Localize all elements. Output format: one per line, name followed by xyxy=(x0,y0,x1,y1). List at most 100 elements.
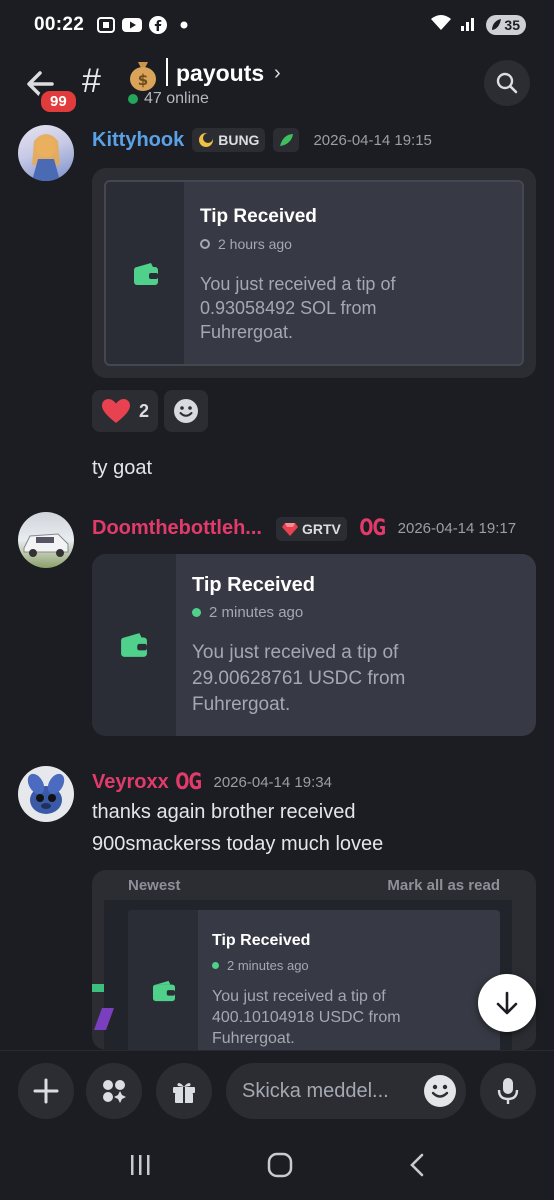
message-input-placeholder: Skicka meddel... xyxy=(242,1079,389,1102)
search-button[interactable] xyxy=(484,60,530,106)
wallet-icon xyxy=(134,263,158,285)
card-body-line: You just received a tip of xyxy=(212,988,386,1005)
card-time-text: 2 minutes ago xyxy=(227,958,309,973)
money-bag-icon: $ xyxy=(126,58,160,92)
smiley-icon xyxy=(174,399,198,423)
apps-icon xyxy=(103,1080,126,1103)
username[interactable]: Kittyhook xyxy=(92,129,184,152)
message-timestamp: 2026-04-14 19:15 xyxy=(313,131,432,149)
status-right: 35 xyxy=(430,14,526,37)
message-input[interactable]: Skicka meddel... xyxy=(226,1063,466,1119)
card-title: Tip Received xyxy=(192,574,316,596)
back-nav-icon[interactable] xyxy=(408,1152,426,1183)
card-time-text: 2 hours ago xyxy=(218,236,292,252)
wallet-icon xyxy=(121,633,147,657)
arrow-down-icon xyxy=(496,991,518,1015)
online-count-text: 47 online xyxy=(144,90,209,107)
youtube-icon xyxy=(122,16,143,34)
wifi-icon xyxy=(430,14,452,37)
system-nav-bar xyxy=(0,1134,554,1200)
online-dot-icon xyxy=(192,608,201,617)
message-text: ty goat xyxy=(92,457,153,479)
chevron-right-icon[interactable]: › xyxy=(274,62,281,85)
avatar[interactable] xyxy=(18,125,74,181)
add-attachment-button[interactable] xyxy=(18,1063,74,1119)
home-icon[interactable] xyxy=(267,1152,293,1183)
card-title: Tip Received xyxy=(212,932,311,949)
message-text: thanks again brother received 900smacker… xyxy=(92,796,383,860)
guild-tag[interactable]: BUNG xyxy=(192,128,266,152)
message-composer: Skicka meddel... xyxy=(0,1050,554,1134)
avatar[interactable] xyxy=(18,766,74,822)
card-title: Tip Received xyxy=(200,206,317,227)
attachment-inner: Tip Received 2 minutes ago You just rece… xyxy=(92,900,512,1050)
status-notification-icons xyxy=(96,16,194,34)
card-body-line: Fuhrergoat. xyxy=(192,694,291,715)
card-body: You just received a tip of 0.93058492 SO… xyxy=(200,272,395,344)
username[interactable]: Veyroxx xyxy=(92,771,169,794)
card-body-line: 400.10104918 USDC from xyxy=(212,1009,401,1026)
gift-button[interactable] xyxy=(156,1063,212,1119)
reaction-heart[interactable]: 2 xyxy=(92,390,158,432)
attachment-tab-newest: Newest xyxy=(128,876,181,894)
online-dot-icon xyxy=(212,962,219,969)
voice-message-button[interactable] xyxy=(480,1063,536,1119)
svg-text:$: $ xyxy=(138,71,148,89)
message-header: Kittyhook BUNG 2026-04-14 19:15 xyxy=(92,128,432,152)
status-bar: 00:22 35 xyxy=(0,0,554,50)
facebook-icon xyxy=(148,16,168,34)
card-body-line: You just received a tip of xyxy=(200,274,396,294)
screenshot-icon xyxy=(96,16,116,34)
message-text-line: 900smackerss today much lovee xyxy=(92,833,384,855)
message-timestamp: 2026-04-14 19:17 xyxy=(397,520,517,537)
card-body-line: 29.00628761 USDC from xyxy=(192,668,406,689)
add-reaction-button[interactable] xyxy=(164,390,208,432)
gem-icon xyxy=(281,522,298,536)
guild-tag[interactable]: GRTV xyxy=(275,516,347,541)
avatar[interactable] xyxy=(18,512,74,568)
status-time: 00:22 xyxy=(34,14,85,35)
plus-icon xyxy=(33,1078,59,1104)
wallet-icon xyxy=(153,980,175,1002)
card-body-line: 0.93058492 SOL from xyxy=(200,298,377,318)
card-time: 2 minutes ago xyxy=(212,958,309,973)
attachment-tab-mark-read: Mark all as read xyxy=(387,876,500,894)
message-timestamp: 2026-04-14 19:34 xyxy=(213,774,332,791)
apps-button[interactable] xyxy=(86,1063,142,1119)
message-header: Doomthebottleh... GRTV OG 2026-04-14 19:… xyxy=(92,516,516,541)
guild-tag-label: GRTV xyxy=(301,520,341,537)
channel-header: # $ payouts › 47 online xyxy=(0,50,554,122)
battery-indicator: 35 xyxy=(486,15,526,35)
message-header: Veyroxx OG 2026-04-14 19:34 xyxy=(92,770,332,795)
channel-name[interactable]: payouts xyxy=(176,60,264,87)
moon-icon xyxy=(199,133,214,147)
jump-to-bottom-button[interactable] xyxy=(478,974,536,1032)
gift-icon xyxy=(173,1083,195,1103)
leaf-icon xyxy=(280,134,294,146)
tip-card: Tip Received 2 hours ago You just receiv… xyxy=(104,180,524,366)
channel-divider xyxy=(166,58,168,86)
og-badge: OG xyxy=(175,770,202,795)
attachment-edge-mark xyxy=(92,984,104,992)
tip-card: Tip Received 2 minutes ago You just rece… xyxy=(128,910,500,1050)
reaction-count: 2 xyxy=(138,400,149,421)
clock-dot-icon xyxy=(200,239,210,249)
recent-apps-icon[interactable] xyxy=(128,1153,152,1182)
card-body-line: Fuhrergoat. xyxy=(200,322,294,342)
online-dot-icon xyxy=(128,94,138,104)
battery-level: 35 xyxy=(504,17,520,33)
guild-tag-label: BUNG xyxy=(218,132,260,148)
emoji-picker-icon[interactable] xyxy=(424,1075,456,1107)
message-text-line: thanks again brother received xyxy=(92,801,356,823)
unread-badge: 99 xyxy=(38,88,79,115)
microphone-icon xyxy=(497,1078,519,1104)
image-attachment[interactable]: Newest Mark all as read Tip Received 2 m… xyxy=(92,870,536,1050)
signal-icon xyxy=(460,14,478,37)
search-icon xyxy=(496,72,518,94)
tip-card: Tip Received 2 minutes ago You just rece… xyxy=(92,554,536,736)
leaf-badge xyxy=(273,128,300,152)
card-body: You just received a tip of 400.10104918 … xyxy=(212,986,401,1049)
tip-embed: Tip Received 2 hours ago You just receiv… xyxy=(92,168,536,378)
username[interactable]: Doomthebottleh... xyxy=(92,517,262,540)
attachment-tabs: Newest Mark all as read xyxy=(92,870,536,900)
